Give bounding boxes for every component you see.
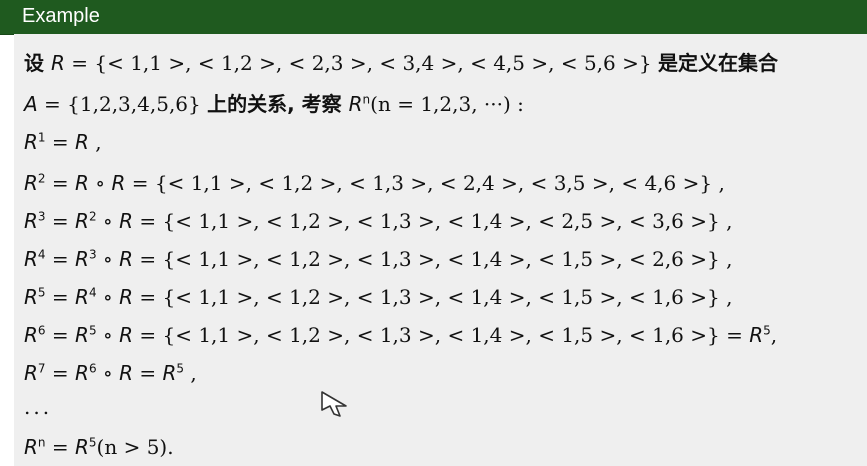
var-rn: Rn [348, 92, 371, 116]
line-relation-definition: 设 R = {< 1,1 >, < 1,2 >, < 2,3 >, < 3,4 … [24, 50, 778, 76]
var-a: A [24, 92, 38, 116]
text-defined-on-set: 是定义在集合 [657, 51, 778, 75]
line-r1: R1 = R , [24, 130, 102, 154]
line-r7: R7 = R6 ∘ R = R5 , [24, 361, 197, 385]
line-r2: R2 = R ∘ R = {< 1,1 >, < 1,2 >, < 1,3 >,… [24, 171, 725, 195]
line-r6: R6 = R5 ∘ R = {< 1,1 >, < 1,2 >, < 1,3 >… [24, 323, 778, 347]
line-ellipsis: ... [24, 395, 53, 419]
slide-header: Example [0, 0, 867, 35]
set-r: = {< 1,1 >, < 1,2 >, < 2,3 >, < 3,4 >, <… [64, 51, 658, 75]
slide-body: 设 R = {< 1,1 >, < 1,2 >, < 2,3 >, < 3,4 … [14, 34, 867, 466]
text-she: 设 [24, 51, 51, 75]
set-a: = {1,2,3,4,5,6} [37, 92, 208, 116]
line-r5: R5 = R4 ∘ R = {< 1,1 >, < 1,2 >, < 1,3 >… [24, 285, 733, 309]
line-r3: R3 = R2 ∘ R = {< 1,1 >, < 1,2 >, < 1,3 >… [24, 209, 733, 233]
line-r4: R4 = R3 ∘ R = {< 1,1 >, < 1,2 >, < 1,3 >… [24, 247, 733, 271]
mouse-pointer-icon [321, 391, 347, 417]
n-range: (n = 1,2,3, ···) : [370, 92, 524, 116]
var-r: R [50, 51, 65, 75]
slide-title: Example [22, 5, 100, 27]
line-set-a: A = {1,2,3,4,5,6} 上的关系, 考察 Rn(n = 1,2,3,… [24, 91, 524, 117]
text-relation-consider: 上的关系, 考察 [207, 92, 349, 116]
line-rn: Rn = R5(n > 5). [24, 435, 174, 459]
